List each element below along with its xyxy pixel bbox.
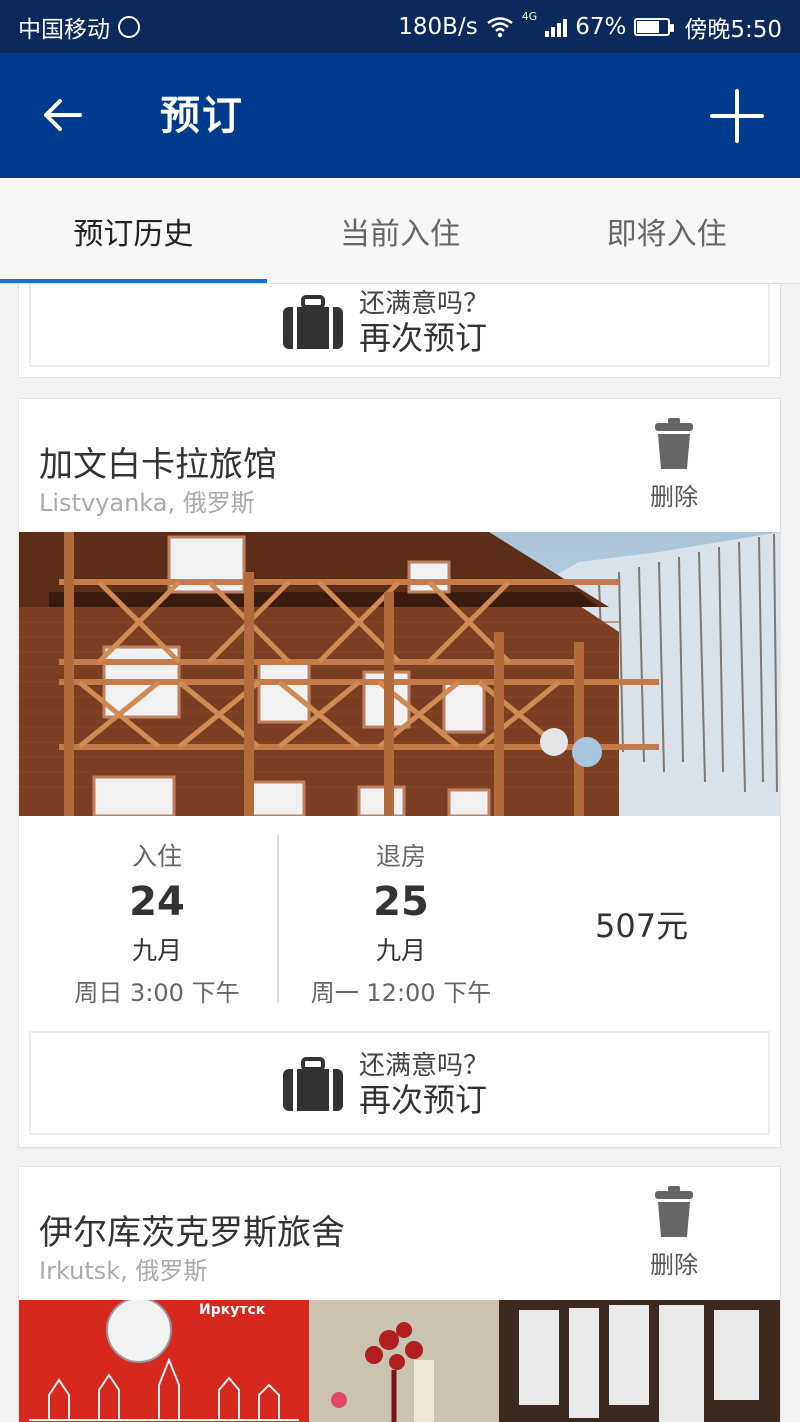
back-arrow-icon[interactable]: [40, 93, 84, 137]
hotel-photo[interactable]: [19, 532, 780, 816]
booking-list: 还满意吗？ 再次预订 加文白卡拉旅馆 Listvyanka, 俄罗斯 删除 入住…: [0, 284, 800, 1422]
network-speed: 180B/s: [398, 13, 478, 40]
rebook-question: 还满意吗？: [359, 1050, 490, 1081]
plus-icon[interactable]: [710, 89, 764, 143]
delete-button[interactable]: 删除: [644, 417, 704, 512]
delete-label: 删除: [650, 483, 698, 511]
clock: 傍晚5:50: [684, 16, 782, 43]
checkin-block: 入住 24 九月 周日 3:00 下午: [37, 817, 277, 1008]
rebook-button[interactable]: 还满意吗？ 再次预订: [29, 1031, 770, 1135]
page-title: 预订: [160, 93, 244, 139]
hotel-photo-image: Иркутск: [19, 1300, 780, 1422]
date-divider: [277, 835, 279, 1003]
hotel-name[interactable]: 伊尔库茨克罗斯旅舍: [39, 1205, 345, 1254]
rebook-action: 再次预订: [359, 1080, 488, 1119]
checkout-label: 退房: [375, 842, 426, 871]
checkout-month: 九月: [375, 936, 426, 965]
hotel-photo-image: [19, 532, 780, 816]
trash-icon: [655, 1186, 693, 1237]
booking-card: 加文白卡拉旅馆 Listvyanka, 俄罗斯 删除 入住 24 九月 周日 3…: [18, 398, 781, 1148]
hotel-photo[interactable]: Иркутск: [19, 1300, 780, 1422]
wifi-icon: [486, 16, 513, 37]
tab-upcoming[interactable]: 即将入住: [533, 178, 800, 283]
checkout-block: 退房 25 九月 周一 12:00 下午: [281, 817, 521, 1008]
checkout-day: 25: [373, 879, 429, 925]
tab-bar: 预订历史 当前入住 即将入住: [0, 178, 800, 284]
checkin-label: 入住: [131, 842, 182, 871]
booking-card: 伊尔库茨克罗斯旅舍 Irkutsk, 俄罗斯 删除 Иркутск: [18, 1166, 781, 1422]
rebook-button[interactable]: 还满意吗？ 再次预订: [29, 284, 770, 367]
status-left: 中国移动: [18, 10, 140, 44]
status-right: 180B/s 4G 67% 傍晚5:50: [398, 10, 782, 44]
hotel-location: Irkutsk, 俄罗斯: [39, 1257, 208, 1285]
stay-dates: 入住 24 九月 周日 3:00 下午 退房 25 九月 周一 12:00 下午…: [19, 817, 780, 1027]
trash-icon: [655, 418, 693, 469]
tab-history[interactable]: 预订历史: [0, 178, 267, 283]
suitcase-icon: [283, 295, 343, 349]
rebook-action: 再次预订: [359, 318, 488, 357]
tab-indicator: [0, 279, 267, 283]
suitcase-icon: [283, 1057, 343, 1111]
delete-label: 删除: [650, 1251, 698, 1279]
hotel-location: Listvyanka, 俄罗斯: [39, 489, 255, 517]
status-bar: 中国移动 180B/s 4G 67% 傍晚5:50: [0, 0, 800, 53]
rebook-question: 还满意吗？: [359, 288, 490, 319]
battery-icon: [634, 17, 675, 36]
booking-card-previous: 还满意吗？ 再次预订: [18, 284, 781, 378]
delete-button[interactable]: 删除: [644, 1185, 704, 1280]
notification-icon: [118, 15, 140, 38]
tab-current[interactable]: 当前入住: [267, 178, 534, 283]
hotel-name[interactable]: 加文白卡拉旅馆: [39, 437, 277, 486]
network-type: 4G: [521, 9, 538, 23]
checkin-month: 九月: [131, 936, 182, 965]
battery-percent: 67%: [575, 13, 627, 40]
checkin-time: 周日 3:00 下午: [74, 979, 240, 1007]
checkin-day: 24: [129, 879, 185, 925]
app-bar: 预订: [0, 53, 800, 178]
booking-price: 507元: [595, 907, 689, 945]
checkout-time: 周一 12:00 下午: [310, 979, 492, 1007]
photo-sign-text: Иркутск: [199, 1302, 266, 1318]
carrier-text: 中国移动: [18, 16, 110, 43]
signal-icon: [545, 17, 568, 37]
